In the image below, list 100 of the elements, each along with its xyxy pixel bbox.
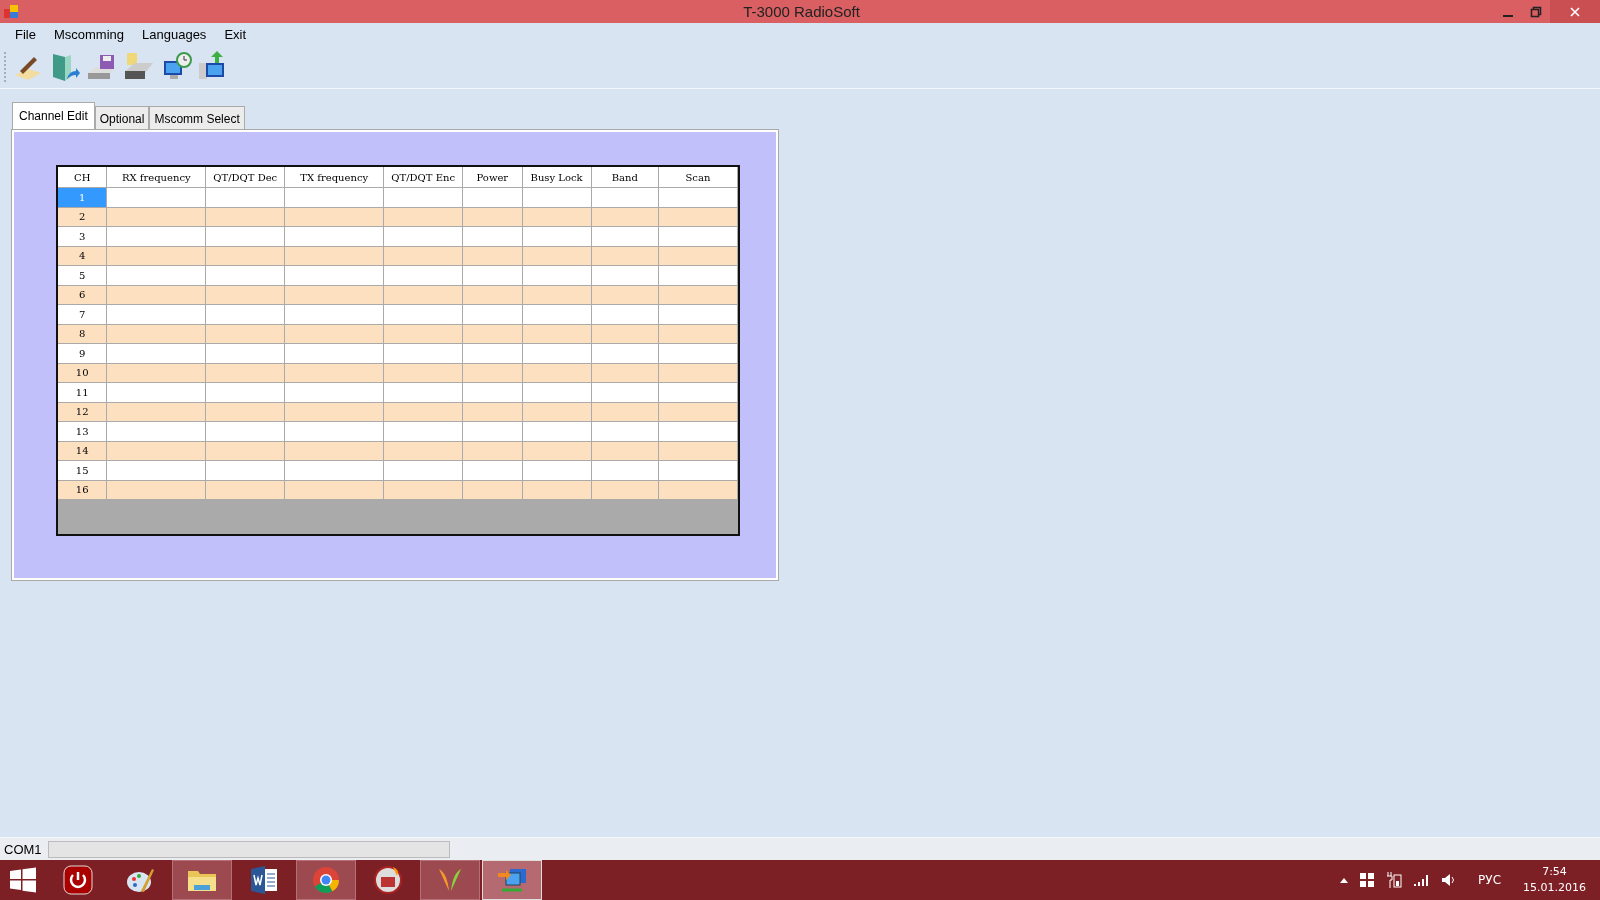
table-cell[interactable] <box>206 227 286 247</box>
table-cell[interactable] <box>285 461 385 481</box>
table-cell[interactable] <box>463 188 523 208</box>
battery-icon[interactable] <box>1386 872 1403 888</box>
tab[interactable]: Optional <box>94 106 150 130</box>
table-cell[interactable] <box>522 266 592 286</box>
table-cell[interactable] <box>658 461 738 481</box>
table-cell[interactable] <box>206 461 286 481</box>
row-number-cell[interactable]: 11 <box>58 383 108 403</box>
clock-date[interactable]: 15.01.2016 <box>1523 880 1586 896</box>
column-header: QT/DQT Enc <box>384 167 464 187</box>
table-cell[interactable] <box>285 227 385 247</box>
table-cell[interactable] <box>285 422 385 442</box>
table-cell[interactable] <box>107 344 207 364</box>
table-cell[interactable] <box>591 383 659 403</box>
table-cell[interactable] <box>384 305 464 325</box>
table-cell[interactable] <box>107 188 207 208</box>
clock-time[interactable]: 7:54 <box>1542 864 1567 880</box>
table-cell[interactable] <box>591 266 659 286</box>
menu-item[interactable]: Exit <box>215 26 256 43</box>
table-cell[interactable] <box>591 422 659 442</box>
table-cell[interactable] <box>384 266 464 286</box>
menu-item[interactable]: File <box>6 26 45 43</box>
table-cell[interactable] <box>522 461 592 481</box>
table-cell[interactable] <box>463 383 523 403</box>
table-cell[interactable] <box>591 305 659 325</box>
table-cell[interactable] <box>463 422 523 442</box>
table-cell[interactable] <box>206 480 286 500</box>
table-cell[interactable] <box>591 480 659 500</box>
input-language[interactable]: РУС <box>1478 873 1501 887</box>
table-cell[interactable] <box>107 422 207 442</box>
table-cell[interactable] <box>522 344 592 364</box>
table-cell[interactable] <box>658 344 738 364</box>
table-cell[interactable] <box>285 344 385 364</box>
table-cell[interactable] <box>285 266 385 286</box>
row-number-cell[interactable]: 15 <box>58 461 108 481</box>
table-cell[interactable] <box>107 383 207 403</box>
table-cell[interactable] <box>206 422 286 442</box>
table-cell[interactable] <box>658 305 738 325</box>
row-number-cell[interactable]: 7 <box>58 305 108 325</box>
table-cell[interactable] <box>107 305 207 325</box>
table-cell[interactable] <box>463 344 523 364</box>
table-cell[interactable] <box>463 461 523 481</box>
column-header: Busy Lock <box>522 167 592 187</box>
table-cell[interactable] <box>522 305 592 325</box>
taskbar-app-button[interactable] <box>172 860 232 900</box>
table-cell[interactable] <box>206 383 286 403</box>
table-cell[interactable] <box>591 188 659 208</box>
menu-item[interactable]: Languages <box>133 26 216 43</box>
windows-flag-icon[interactable] <box>1360 873 1375 887</box>
table-cell[interactable] <box>384 461 464 481</box>
table-cell[interactable] <box>384 344 464 364</box>
table-cell[interactable] <box>384 480 464 500</box>
row-number-cell[interactable]: 3 <box>58 227 108 247</box>
table-cell[interactable] <box>285 480 385 500</box>
table-cell[interactable] <box>384 383 464 403</box>
table-cell[interactable] <box>463 305 523 325</box>
table-cell[interactable] <box>206 305 286 325</box>
table-cell[interactable] <box>285 188 385 208</box>
table-cell[interactable] <box>522 480 592 500</box>
signal-icon[interactable] <box>1414 874 1431 886</box>
table-cell[interactable] <box>107 227 207 247</box>
table-cell[interactable] <box>206 266 286 286</box>
tab[interactable]: Mscomm Select <box>149 106 245 130</box>
row-number-cell[interactable]: 16 <box>58 480 108 500</box>
table-cell[interactable] <box>522 383 592 403</box>
table-cell[interactable] <box>463 480 523 500</box>
tab[interactable]: Channel Edit <box>12 102 95 130</box>
table-cell[interactable] <box>206 344 286 364</box>
table-cell[interactable] <box>591 461 659 481</box>
table-cell[interactable] <box>285 383 385 403</box>
row-number-cell[interactable]: 5 <box>58 266 108 286</box>
table-cell[interactable] <box>658 422 738 442</box>
table-cell[interactable] <box>206 188 286 208</box>
table-cell[interactable] <box>522 422 592 442</box>
table-cell[interactable] <box>658 227 738 247</box>
table-cell[interactable] <box>384 227 464 247</box>
close-button[interactable] <box>1550 0 1600 23</box>
table-cell[interactable] <box>107 480 207 500</box>
volume-icon[interactable] <box>1442 873 1457 887</box>
table-cell[interactable] <box>658 266 738 286</box>
table-cell[interactable] <box>658 188 738 208</box>
table-cell[interactable] <box>658 480 738 500</box>
row-number-cell[interactable]: 13 <box>58 422 108 442</box>
table-cell[interactable] <box>384 188 464 208</box>
menu-item[interactable]: Mscomming <box>44 26 134 43</box>
row-number-cell[interactable]: 9 <box>58 344 108 364</box>
show-hidden-icon[interactable] <box>1340 877 1349 883</box>
table-cell[interactable] <box>384 422 464 442</box>
table-cell[interactable] <box>107 266 207 286</box>
table-cell[interactable] <box>522 188 592 208</box>
table-cell[interactable] <box>285 305 385 325</box>
table-cell[interactable] <box>658 383 738 403</box>
table-cell[interactable] <box>591 344 659 364</box>
column-header: RX frequency <box>107 167 207 187</box>
table-cell[interactable] <box>522 227 592 247</box>
table-cell[interactable] <box>463 266 523 286</box>
table-cell[interactable] <box>591 227 659 247</box>
table-cell[interactable] <box>463 227 523 247</box>
table-cell[interactable] <box>107 461 207 481</box>
